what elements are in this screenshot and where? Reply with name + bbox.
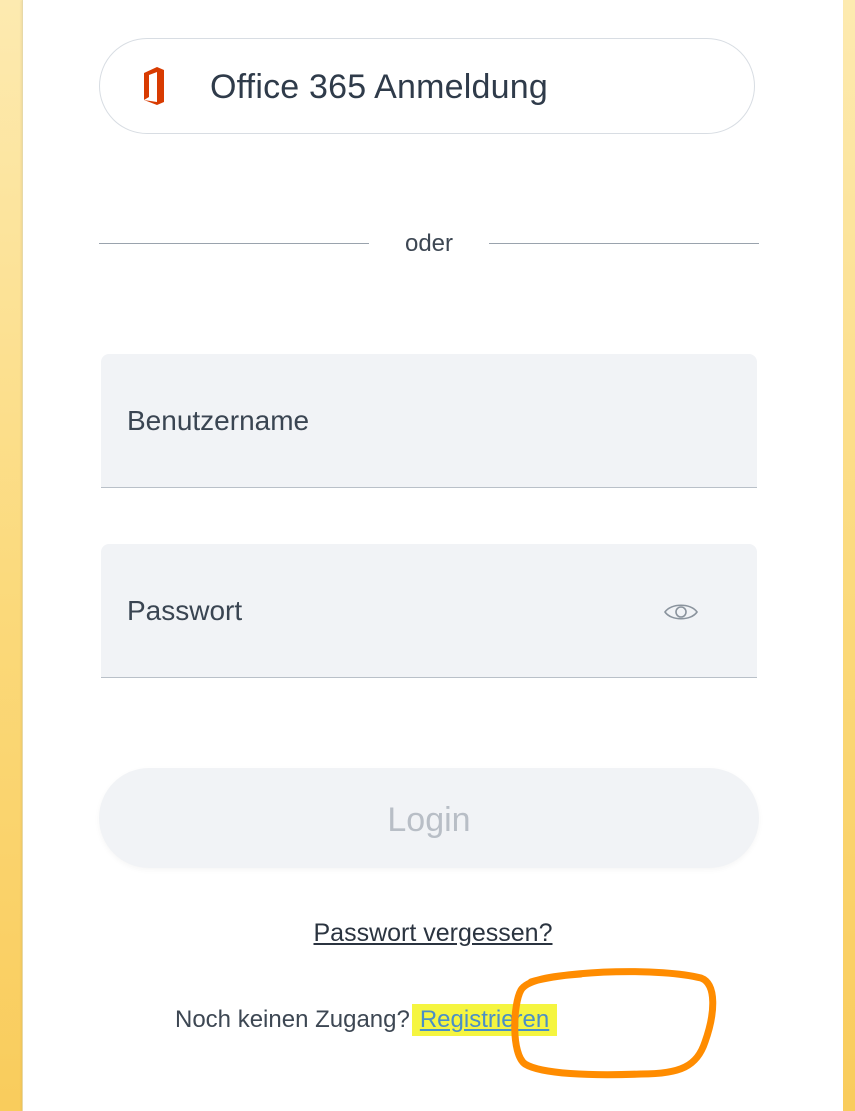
office365-login-button[interactable]: Office 365 Anmeldung bbox=[99, 38, 755, 134]
password-field[interactable]: Passwort bbox=[101, 544, 757, 678]
office365-login-label: Office 365 Anmeldung bbox=[210, 68, 548, 106]
login-panel: Office 365 Anmeldung oder Benutzername P… bbox=[22, 0, 843, 1111]
divider-line-right bbox=[489, 243, 759, 244]
register-link[interactable]: Registrieren bbox=[411, 1004, 558, 1036]
register-row: Noch keinen Zugang? Registrieren bbox=[175, 1004, 558, 1038]
office-icon bbox=[144, 67, 164, 105]
password-placeholder: Passwort bbox=[127, 595, 243, 626]
forgot-password-link[interactable]: Passwort vergessen? bbox=[23, 918, 843, 948]
or-divider: oder bbox=[99, 226, 759, 262]
eye-icon[interactable] bbox=[663, 600, 699, 624]
login-button-label: Login bbox=[387, 801, 471, 839]
username-placeholder: Benutzername bbox=[127, 405, 310, 436]
register-question: Noch keinen Zugang? bbox=[175, 1006, 410, 1033]
or-text: oder bbox=[404, 230, 454, 257]
username-field[interactable]: Benutzername bbox=[101, 354, 757, 488]
login-button[interactable]: Login bbox=[99, 768, 759, 868]
